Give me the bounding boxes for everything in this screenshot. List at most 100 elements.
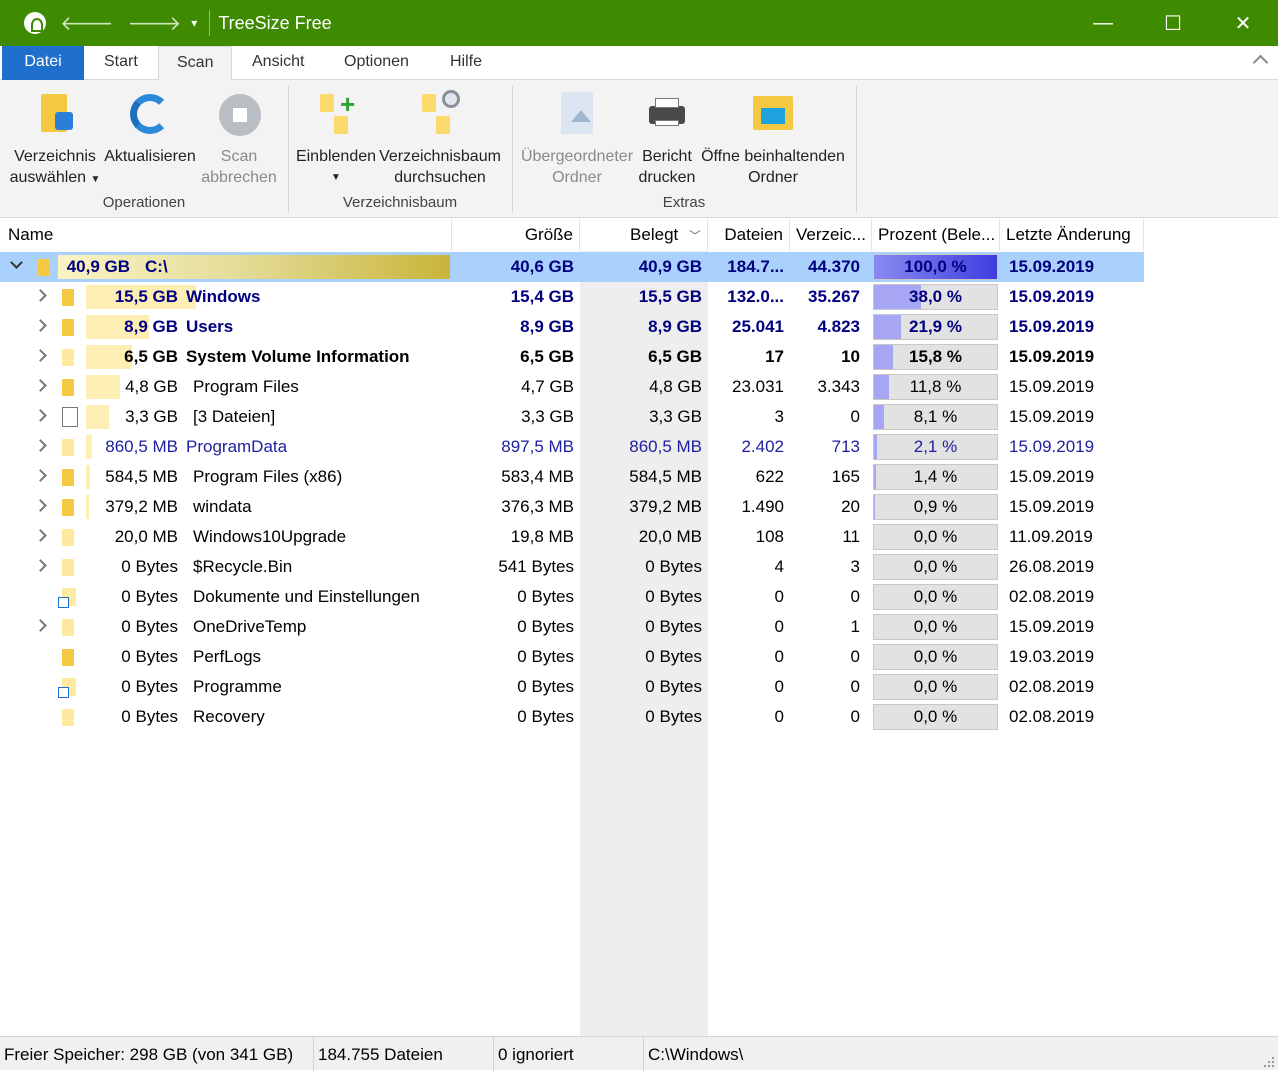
select-directory-button[interactable]: Verzeichnis auswählen ▼ — [8, 88, 102, 190]
expand-chevron-icon[interactable] — [34, 499, 47, 512]
row-allocated: 0 Bytes — [645, 587, 702, 606]
collapse-chevron-icon[interactable] — [10, 256, 23, 269]
select-directory-label-1: Verzeichnis — [14, 148, 96, 165]
tree-row[interactable]: 379,2 MB windata 376,3 MB 379,2 MB 1.490 20 0,… — [0, 492, 1144, 522]
minimize-button[interactable]: — — [1068, 0, 1138, 46]
folder-icon — [62, 499, 74, 516]
percent-bar: 8,1 % — [873, 404, 998, 430]
row-directories: 0 — [850, 707, 860, 726]
percent-bar: 0,0 % — [873, 614, 998, 640]
tree-row[interactable]: 860,5 MB ProgramData 897,5 MB 860,5 MB 2.402… — [0, 432, 1144, 462]
ribbon-collapse-icon[interactable] — [1252, 52, 1268, 68]
tab-start[interactable]: Start — [86, 46, 156, 80]
tree-row[interactable]: 8,9 GB Users 8,9 GB 8,9 GB 25.041 4.823 21,9 %… — [0, 312, 1144, 342]
title-bar: 🡐 🡒 ▾ TreeSize Free — ☐ ✕ — [0, 0, 1278, 46]
tree-row[interactable]: 6,5 GB System Volume Information 6,5 GB 6,5… — [0, 342, 1144, 372]
back-arrow-icon[interactable]: 🡐 — [60, 11, 114, 36]
expand-chevron-icon[interactable] — [34, 379, 47, 392]
tree-row[interactable]: 0 Bytes $Recycle.Bin 541 Bytes 0 Bytes 4 3 0,0… — [0, 552, 1144, 582]
row-files: 0 — [774, 707, 784, 726]
row-allocated: 584,5 MB — [629, 467, 702, 486]
percent-text: 21,9 % — [909, 317, 962, 336]
tab-optionen[interactable]: Optionen — [326, 46, 427, 80]
parent-folder-label-2: Ordner — [552, 169, 602, 186]
open-containing-folder-button[interactable]: Öffne beinhaltenden Ordner — [698, 88, 848, 188]
column-header-allocated[interactable]: Belegt ﹀ — [580, 219, 708, 251]
tree-row[interactable]: 4,8 GB Program Files 4,7 GB 4,8 GB 23.031 3.3… — [0, 372, 1144, 402]
column-header-modified[interactable]: Letzte Änderung — [1000, 219, 1144, 251]
expand-button[interactable]: + Einblenden ▼ — [294, 88, 378, 188]
row-modified: 02.08.2019 — [1009, 707, 1095, 726]
row-size-label: 15,5 GB — [114, 287, 178, 306]
refresh-button[interactable]: Aktualisieren — [102, 88, 198, 167]
tree-row[interactable]: 0 Bytes PerfLogs 0 Bytes 0 Bytes 0 0 0,0 % 19.0… — [0, 642, 1144, 672]
percent-text: 0,0 % — [913, 557, 958, 576]
row-size: 0 Bytes — [517, 617, 574, 636]
tree-row[interactable]: 0 Bytes OneDriveTemp 0 Bytes 0 Bytes 0 1 0,0 %… — [0, 612, 1144, 642]
row-modified: 19.03.2019 — [1009, 647, 1095, 666]
parent-folder-button[interactable]: Übergeordneter Ordner — [518, 88, 636, 188]
row-directories: 0 — [850, 647, 860, 666]
column-header-row: Name Größe Belegt ﹀ Dateien Verzeic... P… — [0, 219, 1278, 251]
tree-row[interactable]: 0 Bytes Recovery 0 Bytes 0 Bytes 0 0 0,0 % 02.0… — [0, 702, 1144, 732]
resize-grip-icon[interactable] — [1262, 1054, 1276, 1068]
tab-ansicht[interactable]: Ansicht — [234, 46, 322, 80]
percent-text: 0,0 % — [913, 647, 958, 666]
row-allocated: 0 Bytes — [645, 617, 702, 636]
tree-row[interactable]: 20,0 MB Windows10Upgrade 19,8 MB 20,0 MB 108… — [0, 522, 1144, 552]
forward-arrow-icon[interactable]: 🡒 — [128, 11, 182, 36]
row-size-label: 0 Bytes — [121, 617, 178, 636]
quick-access-dropdown-icon[interactable]: ▾ — [191, 16, 197, 30]
expand-chevron-icon[interactable] — [34, 289, 47, 302]
row-allocated: 860,5 MB — [629, 437, 702, 456]
row-name: windata — [193, 497, 252, 516]
percent-text: 0,0 % — [913, 707, 958, 726]
row-files: 622 — [755, 467, 784, 486]
printer-icon — [643, 88, 691, 140]
status-file-count: 184.755 Dateien — [314, 1037, 494, 1071]
tree-row[interactable]: 0 Bytes Programme 0 Bytes 0 Bytes 0 0 0,0 % 02.… — [0, 672, 1144, 702]
row-files: 17 — [765, 347, 784, 366]
close-button[interactable]: ✕ — [1208, 0, 1278, 46]
column-header-name[interactable]: Name — [2, 219, 452, 251]
row-directories: 1 — [850, 617, 860, 636]
row-name: Windows — [186, 287, 261, 306]
tree-root-row[interactable]: 40,9 GB C:\ 40,6 GB 40,9 GB 184.7... 44.370 10… — [0, 252, 1144, 282]
search-tree-label-1: Verzeichnisbaum — [379, 148, 501, 165]
expand-chevron-icon[interactable] — [34, 409, 47, 422]
expand-chevron-icon[interactable] — [34, 439, 47, 452]
tree-row[interactable]: 15,5 GB Windows 15,4 GB 15,5 GB 132.0... 35.2… — [0, 282, 1144, 312]
expand-chevron-icon[interactable] — [34, 619, 47, 632]
folder-icon — [62, 649, 74, 666]
tab-datei[interactable]: Datei — [2, 46, 84, 80]
row-files: 2.402 — [741, 437, 784, 456]
search-tree-button[interactable]: Verzeichnisbaum durchsuchen — [378, 88, 502, 188]
percent-bar: 0,0 % — [873, 644, 998, 670]
expand-tree-icon: + — [312, 88, 360, 140]
tree-row[interactable]: 584,5 MB Program Files (x86) 583,4 MB 584,5… — [0, 462, 1144, 492]
expand-chevron-icon[interactable] — [34, 469, 47, 482]
app-icon[interactable] — [24, 12, 46, 34]
tab-scan[interactable]: Scan — [158, 46, 233, 81]
row-allocated: 8,9 GB — [648, 317, 702, 336]
stop-icon — [215, 88, 263, 140]
column-header-percent[interactable]: Prozent (Bele... — [872, 219, 1000, 251]
expand-chevron-icon[interactable] — [34, 349, 47, 362]
column-header-size[interactable]: Größe — [452, 219, 580, 251]
row-files: 0 — [774, 587, 784, 606]
cancel-scan-button[interactable]: Scan abbrechen — [198, 88, 280, 188]
tree-row[interactable]: 0 Bytes Dokumente und Einstellungen 0 Byte… — [0, 582, 1144, 612]
print-report-button[interactable]: Bericht drucken — [636, 88, 698, 188]
expand-chevron-icon[interactable] — [34, 319, 47, 332]
ribbon-tabs: Datei Start Scan Ansicht Optionen Hilfe — [0, 46, 1278, 81]
column-header-files[interactable]: Dateien — [708, 219, 790, 251]
expand-chevron-icon[interactable] — [34, 529, 47, 542]
row-size-label: 0 Bytes — [121, 587, 178, 606]
tab-hilfe[interactable]: Hilfe — [432, 46, 500, 80]
percent-text: 100,0 % — [904, 257, 967, 276]
percent-text: 2,1 % — [913, 437, 958, 456]
column-header-directories[interactable]: Verzeic... — [790, 219, 872, 251]
tree-row[interactable]: 3,3 GB [3 Dateien] 3,3 GB 3,3 GB 3 0 8,1 % 15.0… — [0, 402, 1144, 432]
maximize-button[interactable]: ☐ — [1138, 0, 1208, 46]
expand-chevron-icon[interactable] — [34, 559, 47, 572]
